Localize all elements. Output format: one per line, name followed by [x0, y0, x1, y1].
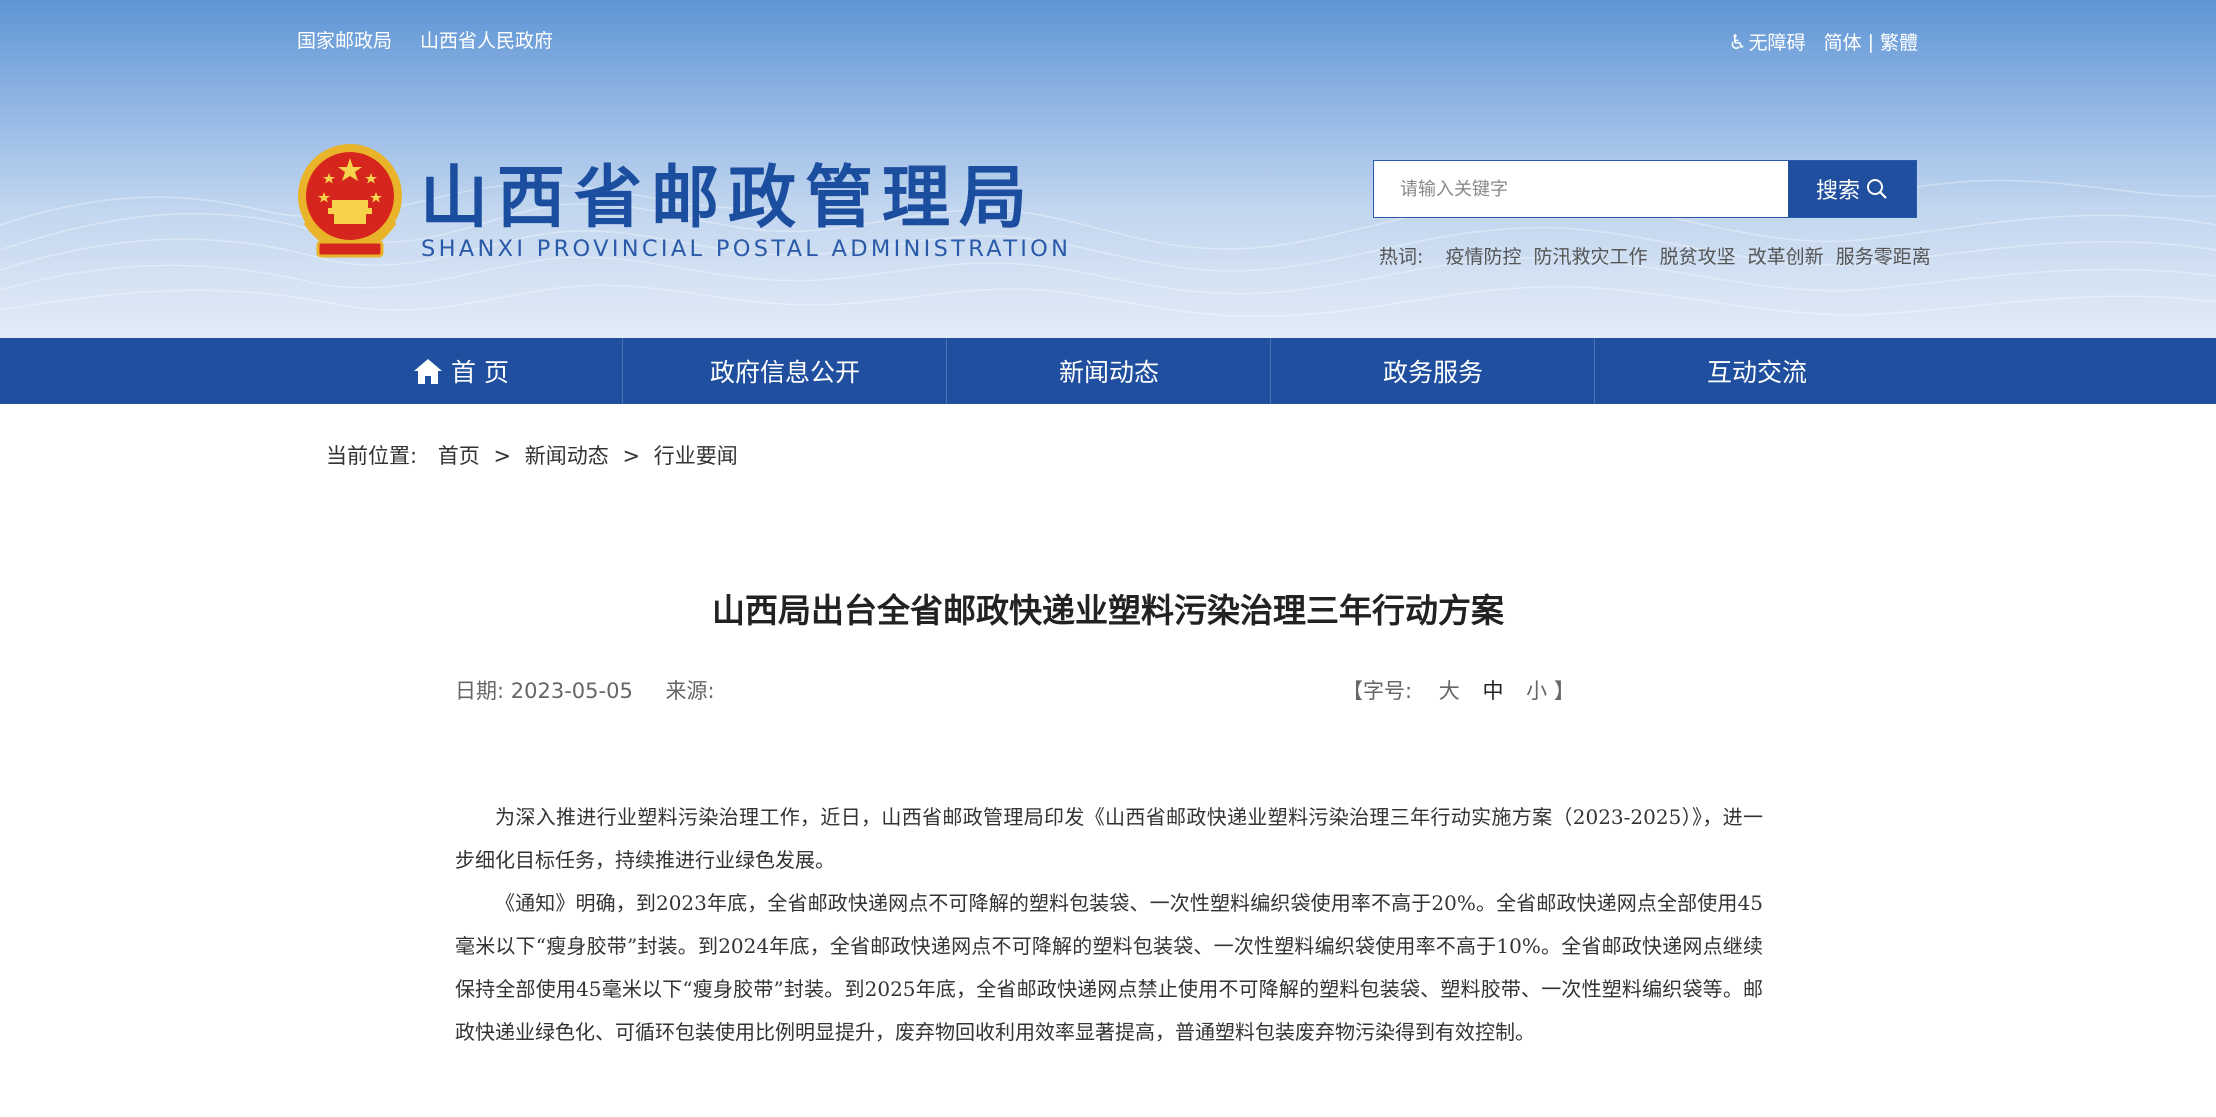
search-icon	[1867, 179, 1887, 199]
nav-home-label: 首 页	[451, 358, 509, 387]
hotwords-label: 热词:	[1379, 246, 1424, 268]
breadcrumb-industry-news[interactable]: 行业要闻	[654, 444, 738, 468]
nav-news[interactable]: 新闻动态	[947, 338, 1271, 404]
home-icon	[414, 358, 443, 384]
nav-home[interactable]: 首 页	[299, 338, 623, 404]
simplified-chinese-link[interactable]: 简体	[1824, 28, 1862, 55]
font-size-medium[interactable]: 中	[1482, 679, 1503, 703]
header-banner: 国家邮政局 山西省人民政府 ♿ 无障碍 简体 | 繁體 山西省邮政管理局 SHA…	[0, 0, 2216, 338]
font-size-small[interactable]: 小	[1526, 679, 1547, 703]
toplink-shanxi-government[interactable]: 山西省人民政府	[420, 26, 553, 53]
article-title: 山西局出台全省邮政快递业塑料污染治理三年行动方案	[712, 591, 1504, 630]
nav-interaction[interactable]: 互动交流	[1595, 338, 1919, 404]
breadcrumb-separator: >	[493, 444, 512, 468]
hotword-link[interactable]: 疫情防控	[1445, 246, 1521, 268]
national-emblem-icon	[298, 144, 402, 258]
search-button-label: 搜索	[1815, 179, 1860, 204]
nav-gov-info[interactable]: 政府信息公开	[623, 338, 947, 404]
nav-gov-services[interactable]: 政务服务	[1271, 338, 1595, 404]
hotwords: 热词: 疫情防控 防汛救灾工作 脱贫攻坚 改革创新 服务零距离	[1379, 242, 1937, 269]
site-title-cn: 山西省邮政管理局	[420, 159, 1037, 238]
source-label: 来源:	[665, 679, 715, 703]
font-size-bracket-close: 】	[1553, 679, 1575, 703]
breadcrumb-separator: >	[622, 444, 641, 468]
main-nav: 首 页 政府信息公开 新闻动态 政务服务 互动交流	[0, 338, 2216, 404]
breadcrumb-news[interactable]: 新闻动态	[525, 444, 609, 468]
hotword-link[interactable]: 改革创新	[1748, 246, 1824, 268]
article-body: 为深入推进行业塑料污染治理工作，近日，山西省邮政管理局印发《山西省邮政快递业塑料…	[455, 796, 1763, 1054]
accessibility-icon[interactable]: ♿	[1729, 30, 1747, 54]
breadcrumb: 当前位置: 首页 > 新闻动态 > 行业要闻	[326, 440, 738, 470]
language-divider: |	[1867, 30, 1874, 53]
hotword-link[interactable]: 脱贫攻坚	[1660, 246, 1736, 268]
search-button[interactable]: 搜索	[1788, 161, 1916, 217]
top-right-tools: ♿ 无障碍 简体 | 繁體	[1729, 28, 1918, 55]
article-meta: 日期: 2023-05-05 来源:	[455, 675, 715, 705]
breadcrumb-label: 当前位置:	[326, 444, 418, 468]
font-size-switcher: 【字号: 大 中 小 】	[1342, 675, 1575, 705]
article-paragraph: 《通知》明确，到2023年底，全省邮政快递网点不可降解的塑料包装袋、一次性塑料编…	[455, 891, 1763, 1044]
accessibility-link[interactable]: 无障碍	[1749, 28, 1806, 55]
search-box: 搜索	[1373, 160, 1917, 218]
hotword-link[interactable]: 服务零距离	[1836, 246, 1931, 268]
site-title-en: SHANXI PROVINCIAL POSTAL ADMINISTRATION	[421, 236, 1072, 262]
toplink-state-post-bureau[interactable]: 国家邮政局	[297, 26, 392, 53]
breadcrumb-home[interactable]: 首页	[438, 444, 480, 468]
date-label: 日期:	[455, 679, 505, 703]
article-paragraph: 为深入推进行业塑料污染治理工作，近日，山西省邮政管理局印发《山西省邮政快递业塑料…	[455, 805, 1763, 872]
hotword-link[interactable]: 防汛救灾工作	[1534, 246, 1648, 268]
font-size-label: 【字号:	[1342, 679, 1413, 703]
search-input[interactable]	[1374, 161, 1788, 217]
article-date: 2023-05-05	[510, 679, 633, 703]
font-size-large[interactable]: 大	[1439, 679, 1460, 703]
traditional-chinese-link[interactable]: 繁體	[1880, 28, 1918, 55]
